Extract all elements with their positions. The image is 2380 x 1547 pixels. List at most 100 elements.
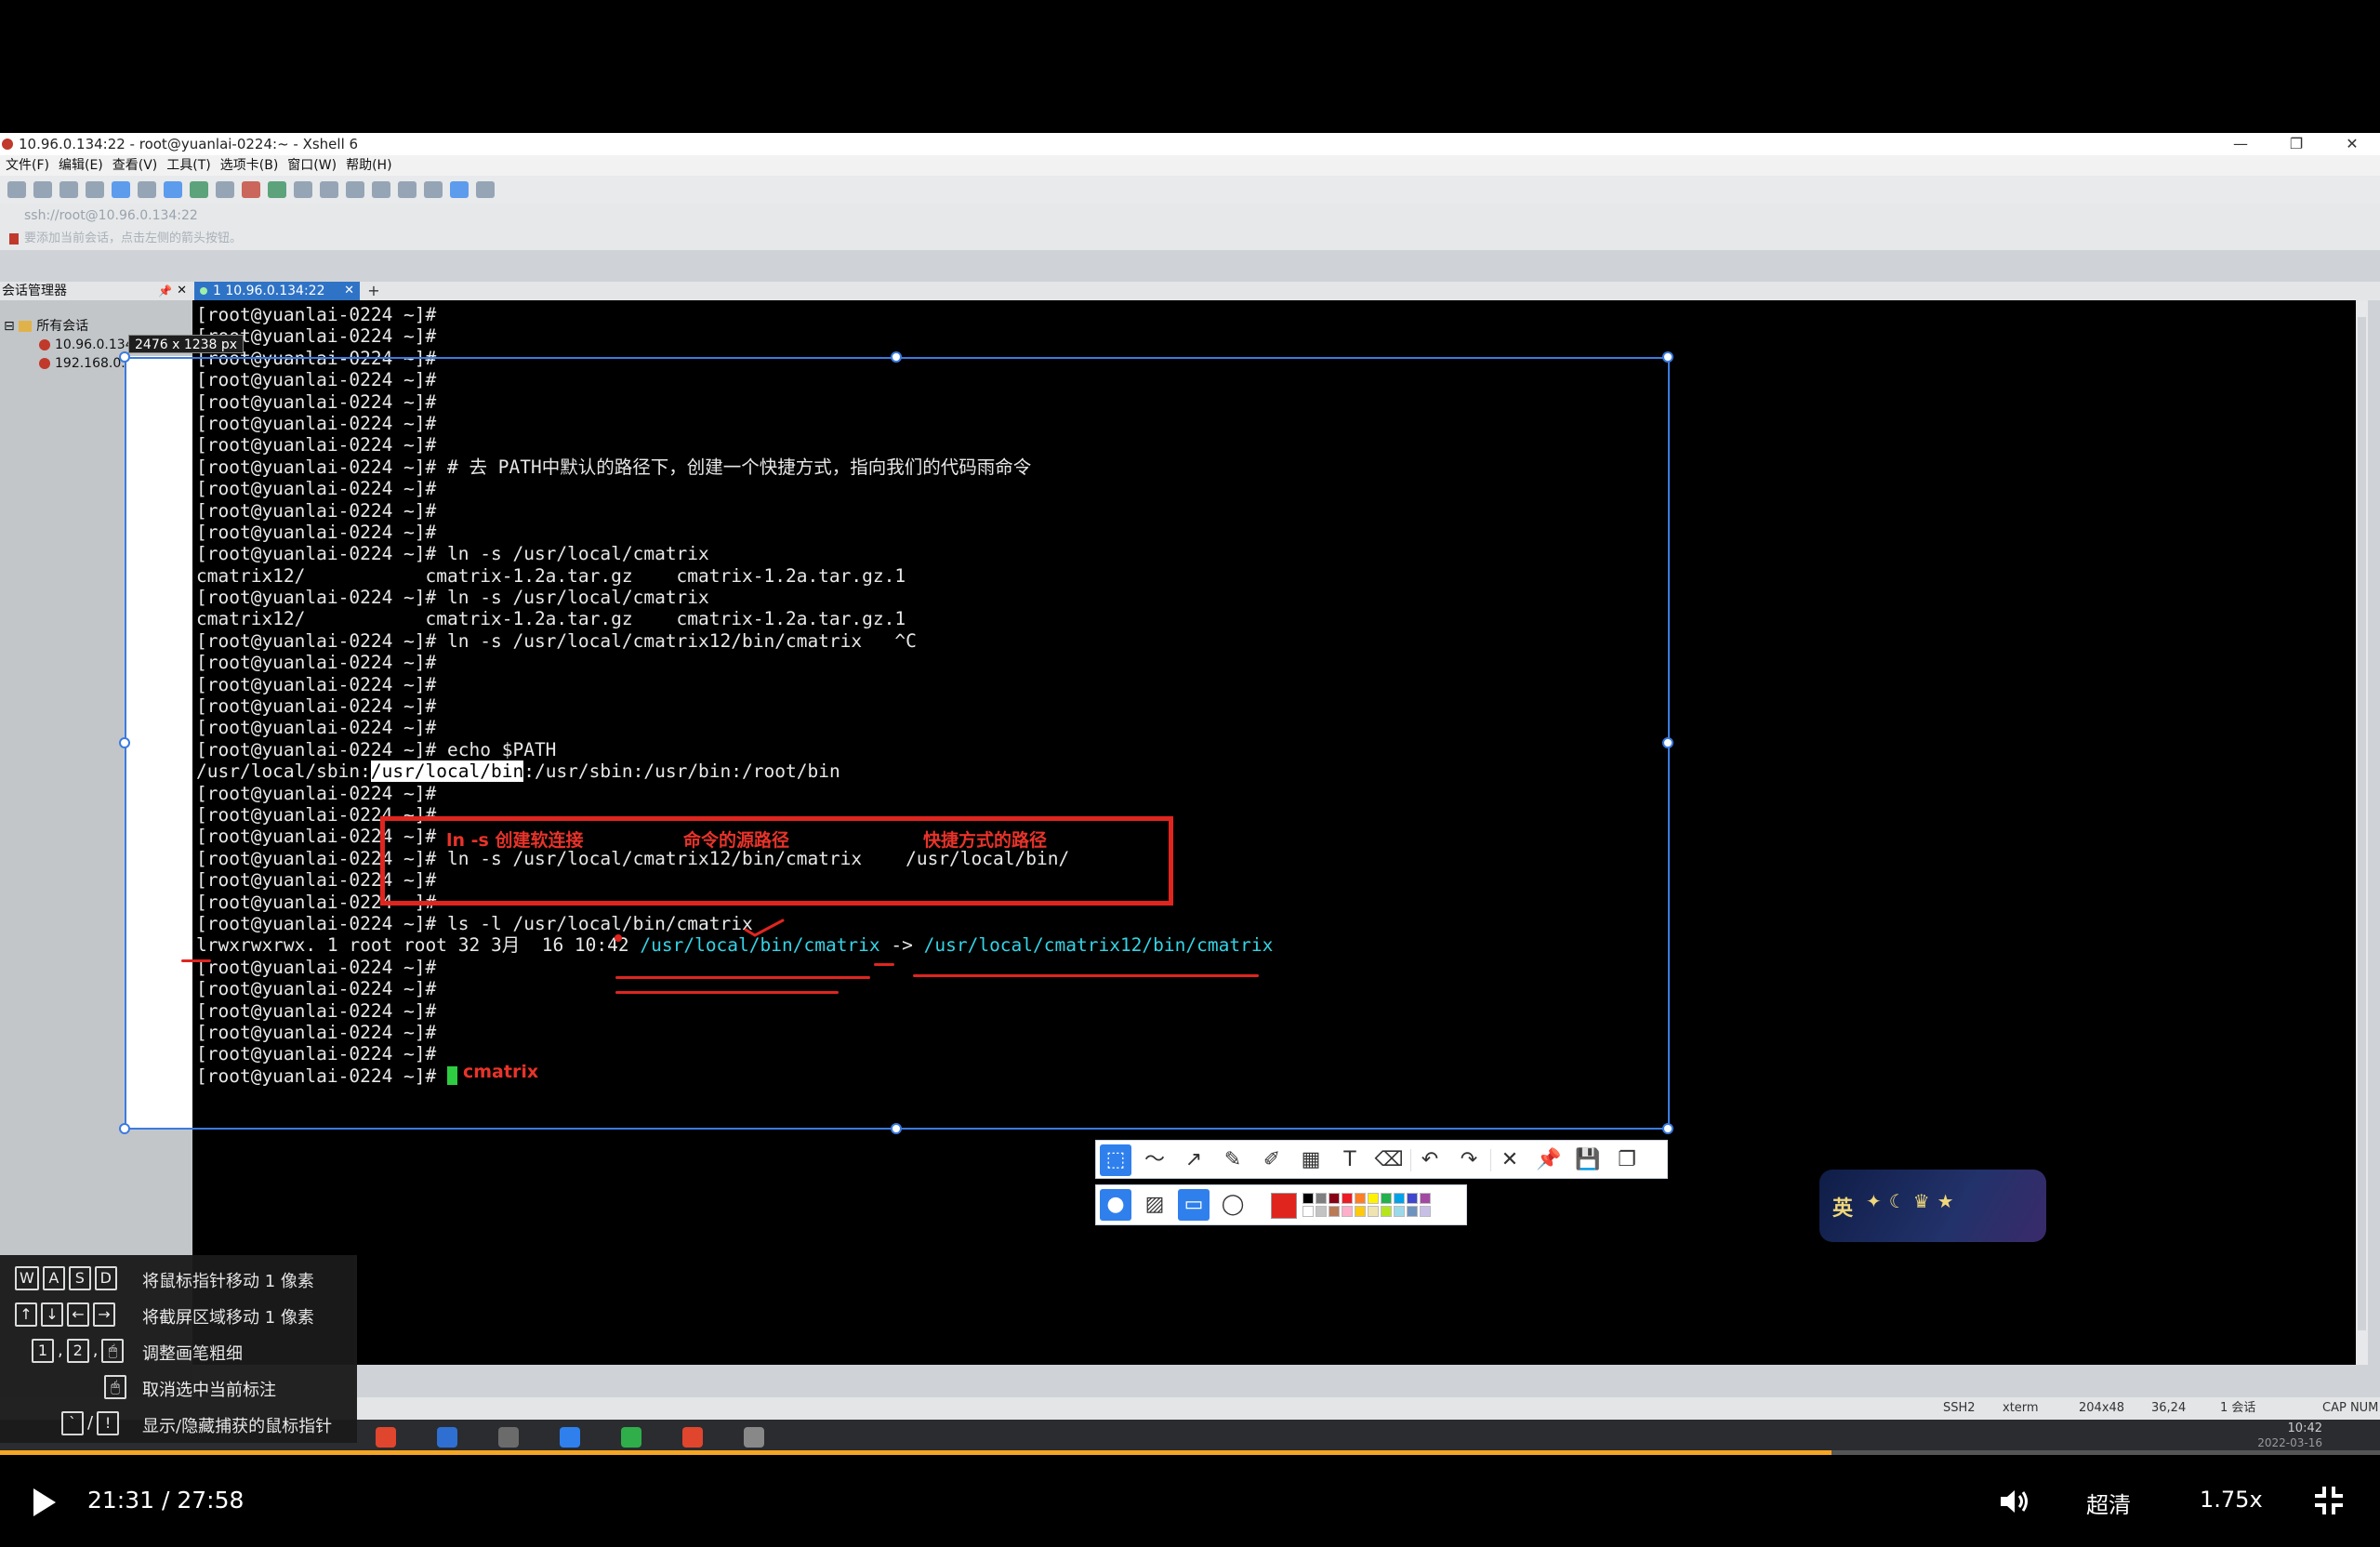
terminal-scrollbar[interactable] (2356, 300, 2368, 1365)
color-swatch[interactable] (1381, 1206, 1392, 1217)
restore-button[interactable]: ❐ (2268, 133, 2324, 155)
text-tool-icon[interactable]: T (1334, 1144, 1366, 1176)
color-swatch[interactable] (1302, 1193, 1314, 1204)
color-swatch[interactable] (1329, 1206, 1340, 1217)
chat-icon[interactable] (476, 181, 495, 198)
color-swatch[interactable] (1420, 1206, 1431, 1217)
minimize-button[interactable]: — (2213, 133, 2268, 155)
current-color-swatch[interactable] (1271, 1193, 1297, 1219)
print-icon[interactable] (164, 181, 182, 198)
session-item-1[interactable]: 10.96.0.134 (39, 336, 134, 354)
eraser-tool-icon[interactable]: ⌫ (1373, 1144, 1405, 1176)
copy-icon[interactable] (112, 181, 130, 198)
menu-help[interactable]: 帮助(H) (346, 155, 391, 176)
address-bar[interactable]: ssh://root@10.96.0.134:22 (0, 204, 2380, 228)
tree-root-all-sessions[interactable]: ⊟ 所有会话 (4, 317, 88, 336)
tab-close-icon[interactable]: ✕ (344, 282, 354, 300)
rectangle-shape-icon[interactable]: ▭ (1178, 1189, 1210, 1221)
help-icon[interactable] (450, 181, 469, 198)
font-icon[interactable] (216, 181, 234, 198)
color-swatch[interactable] (1368, 1206, 1379, 1217)
script-icon[interactable] (372, 181, 390, 198)
mail-taskbar-icon[interactable] (437, 1427, 457, 1448)
color-swatch[interactable] (1316, 1193, 1327, 1204)
menu-window[interactable]: 窗口(W) (287, 155, 337, 176)
color-swatch[interactable] (1342, 1206, 1353, 1217)
quality-button[interactable]: 超清 (2086, 1487, 2131, 1519)
keyboard-icon[interactable] (346, 181, 364, 198)
close-panel-icon[interactable]: ✕ (177, 282, 187, 300)
resize-handle-bottom[interactable] (891, 1123, 902, 1134)
color-swatch[interactable] (1394, 1206, 1405, 1217)
ime-widget[interactable]: 英 ✦☾♛★ (1819, 1170, 2046, 1242)
volume-icon[interactable] (1999, 1487, 2030, 1516)
ellipse-shape-icon[interactable]: ◯ (1217, 1189, 1249, 1221)
color-swatch[interactable] (1302, 1206, 1314, 1217)
color-swatch[interactable] (1316, 1206, 1327, 1217)
pen-tool-icon[interactable]: ✎ (1217, 1144, 1249, 1176)
fill-pattern-icon[interactable]: ▨ (1139, 1189, 1170, 1221)
compose-icon[interactable] (398, 181, 416, 198)
resize-handle-bottom-right[interactable] (1662, 1123, 1673, 1134)
menu-tools[interactable]: 工具(T) (166, 155, 210, 176)
color-swatch[interactable] (1355, 1193, 1366, 1204)
menu-view[interactable]: 查看(V) (112, 155, 158, 176)
color-swatch[interactable] (1407, 1206, 1418, 1217)
xftp-icon[interactable] (242, 181, 260, 198)
color-swatch[interactable] (1368, 1193, 1379, 1204)
new-session-icon[interactable] (7, 181, 26, 198)
color-swatch[interactable] (1342, 1193, 1353, 1204)
color-swatch[interactable] (1329, 1193, 1340, 1204)
color-swatch[interactable] (1407, 1193, 1418, 1204)
capture-selection-frame[interactable] (125, 357, 1670, 1130)
menu-file[interactable]: 文件(F) (6, 155, 49, 176)
explorer-taskbar-icon[interactable] (560, 1427, 580, 1448)
freehand-tool-icon[interactable]: 〜 (1139, 1144, 1170, 1176)
marker-tool-icon[interactable]: ✐ (1256, 1144, 1288, 1176)
menu-tabs[interactable]: 选项卡(B) (220, 155, 279, 176)
mosaic-tool-icon[interactable]: ▦ (1295, 1144, 1327, 1176)
layout-icon[interactable] (424, 181, 443, 198)
tab-session-1[interactable]: 1 10.96.0.134:22 ✕ (194, 282, 360, 300)
text-taskbar-icon[interactable] (744, 1427, 764, 1448)
speed-button[interactable]: 1.75x (2200, 1487, 2263, 1513)
color-palette[interactable] (1302, 1193, 1461, 1219)
stroke-size-icon[interactable]: ● (1100, 1189, 1131, 1221)
transfer-icon[interactable] (268, 181, 286, 198)
color-swatch[interactable] (1420, 1193, 1431, 1204)
fullscreen-toggle-icon[interactable] (294, 181, 312, 198)
pin-to-screen-icon[interactable]: 📌 (1533, 1144, 1565, 1176)
app-taskbar-icon[interactable] (498, 1427, 519, 1448)
undo-icon[interactable]: ↶ (1414, 1144, 1446, 1176)
scrollbar-thumb[interactable] (2358, 317, 2366, 1330)
add-tab-button[interactable]: + (365, 282, 382, 300)
disconnect-icon[interactable] (60, 181, 78, 198)
copy-to-clipboard-icon[interactable]: ❐ (1611, 1144, 1643, 1176)
redo-icon[interactable]: ↷ (1453, 1144, 1485, 1176)
select-tool-icon[interactable]: ⬚ (1100, 1144, 1131, 1176)
find-icon[interactable] (138, 181, 156, 198)
color-swatch[interactable] (1381, 1193, 1392, 1204)
globe-icon[interactable] (190, 181, 208, 198)
menu-edit[interactable]: 编辑(E) (59, 155, 103, 176)
color-swatch[interactable] (1355, 1206, 1366, 1217)
save-icon[interactable]: 💾 (1572, 1144, 1604, 1176)
open-folder-icon[interactable] (33, 181, 52, 198)
exit-fullscreen-icon[interactable] (2313, 1485, 2345, 1516)
resize-handle-bottom-left[interactable] (119, 1123, 130, 1134)
close-button[interactable]: ✕ (2324, 133, 2380, 155)
resize-handle-left[interactable] (119, 737, 130, 748)
resize-handle-top[interactable] (891, 351, 902, 363)
chrome-taskbar-icon[interactable] (376, 1427, 396, 1448)
bookmark-flag-icon[interactable] (9, 233, 19, 245)
pin-icon[interactable]: 📌 (158, 282, 172, 300)
properties-icon[interactable] (86, 181, 104, 198)
resize-handle-top-right[interactable] (1662, 351, 1673, 363)
xshell-taskbar-icon[interactable] (682, 1427, 703, 1448)
lock-icon[interactable] (320, 181, 338, 198)
arrow-tool-icon[interactable]: ↗ (1178, 1144, 1210, 1176)
cancel-icon[interactable]: ✕ (1494, 1144, 1526, 1176)
color-swatch[interactable] (1394, 1193, 1405, 1204)
resize-handle-right[interactable] (1662, 737, 1673, 748)
wechat-taskbar-icon[interactable] (621, 1427, 641, 1448)
